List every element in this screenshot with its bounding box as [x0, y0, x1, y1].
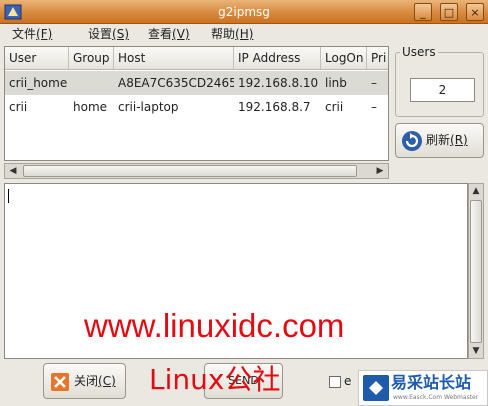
- cell-host: crii-laptop: [118, 100, 179, 114]
- window-title: g2ipmsg: [218, 5, 270, 19]
- menu-bar: 文件(F) 设置(S) 查看(V) 帮助(H): [0, 24, 488, 44]
- user-list[interactable]: User Group Host IP Address LogOn Pri cri…: [4, 46, 389, 161]
- title-bar[interactable]: g2ipmsg _ □ ×: [0, 0, 488, 24]
- column-host[interactable]: Host: [114, 47, 234, 69]
- cell-priority: –: [371, 76, 377, 90]
- logo-icon: [363, 375, 389, 401]
- minimize-icon: _: [420, 5, 426, 19]
- menu-settings[interactable]: 设置(S): [88, 24, 129, 44]
- watermark-logo: 易采站长站 www.Easck.Com Webmaster: [358, 370, 488, 406]
- refresh-icon: [402, 131, 422, 151]
- refresh-label: 刷新(R): [426, 124, 468, 157]
- encrypt-checkbox[interactable]: [329, 376, 341, 388]
- watermark-linux: Linux公社: [149, 363, 281, 396]
- column-user[interactable]: User: [5, 47, 69, 69]
- cell-ip: 192.168.8.7: [238, 100, 311, 114]
- column-group[interactable]: Group: [69, 47, 114, 69]
- refresh-mnemonic: (R): [450, 133, 468, 147]
- cell-host: A8EA7C635CD2465: [118, 76, 234, 90]
- close-label: 关闭(C): [74, 364, 116, 398]
- cell-logon: linb: [325, 76, 347, 90]
- logo-url: www.Easck.Com Webmaster: [393, 394, 479, 401]
- cell-priority: –: [371, 100, 377, 114]
- column-ip-address[interactable]: IP Address: [234, 47, 321, 69]
- column-logon[interactable]: LogOn: [321, 47, 367, 69]
- users-label: Users: [400, 44, 438, 60]
- menu-file-label: 文件: [12, 27, 37, 41]
- close-label-text: 关闭: [74, 374, 99, 388]
- menu-view[interactable]: 查看(V): [148, 24, 190, 44]
- cell-user: crii_home: [9, 76, 68, 90]
- menu-help-mnemonic: (H): [235, 27, 254, 41]
- maximize-button[interactable]: □: [440, 3, 458, 21]
- cell-group: home: [73, 100, 108, 114]
- refresh-label-text: 刷新: [426, 133, 451, 147]
- menu-file[interactable]: 文件(F): [12, 24, 52, 44]
- menu-settings-mnemonic: (S): [112, 27, 129, 41]
- cell-user: crii: [9, 100, 28, 114]
- close-window-button[interactable]: ×: [466, 3, 484, 21]
- menu-help[interactable]: 帮助(H): [211, 24, 253, 44]
- close-window-icon: ×: [470, 5, 480, 19]
- menu-file-mnemonic: (F): [36, 27, 53, 41]
- app-icon: [4, 4, 22, 20]
- scroll-up-icon[interactable]: ▲: [469, 184, 483, 198]
- list-header: User Group Host IP Address LogOn Pri: [5, 47, 388, 70]
- menu-view-mnemonic: (V): [172, 27, 190, 41]
- maximize-icon: □: [443, 5, 455, 19]
- watermark-site: www.linuxidc.com: [84, 307, 345, 344]
- menu-view-label: 查看: [148, 27, 173, 41]
- cell-ip: 192.168.8.10: [238, 76, 319, 90]
- table-row[interactable]: crii_home A8EA7C635CD2465 192.168.8.10 l…: [5, 71, 388, 95]
- cell-logon: crii: [325, 100, 344, 114]
- menu-help-label: 帮助: [211, 27, 236, 41]
- minimize-button[interactable]: _: [414, 3, 432, 21]
- scroll-left-icon[interactable]: ◀: [5, 164, 21, 178]
- cell-group: [69, 71, 114, 95]
- horizontal-scroll-thumb[interactable]: [23, 165, 357, 177]
- encrypt-label: e: [344, 374, 352, 388]
- table-row[interactable]: crii home crii-laptop 192.168.8.7 crii –: [5, 95, 388, 119]
- refresh-button[interactable]: 刷新(R): [395, 123, 484, 158]
- close-icon: [51, 373, 69, 391]
- column-priority[interactable]: Pri: [367, 47, 388, 69]
- scroll-right-icon[interactable]: ▶: [372, 164, 388, 178]
- vertical-scrollbar[interactable]: ▲ ▼: [468, 183, 484, 359]
- text-caret: [8, 189, 9, 203]
- users-count: 2: [410, 78, 475, 102]
- horizontal-scrollbar[interactable]: ◀ ▶: [4, 163, 389, 179]
- close-button[interactable]: 关闭(C): [43, 363, 126, 399]
- logo-text: 易采站长站: [391, 373, 472, 392]
- close-mnemonic: (C): [98, 374, 116, 388]
- scroll-down-icon[interactable]: ▼: [469, 344, 483, 358]
- vertical-scroll-thumb[interactable]: [470, 200, 482, 343]
- menu-settings-label: 设置: [88, 27, 113, 41]
